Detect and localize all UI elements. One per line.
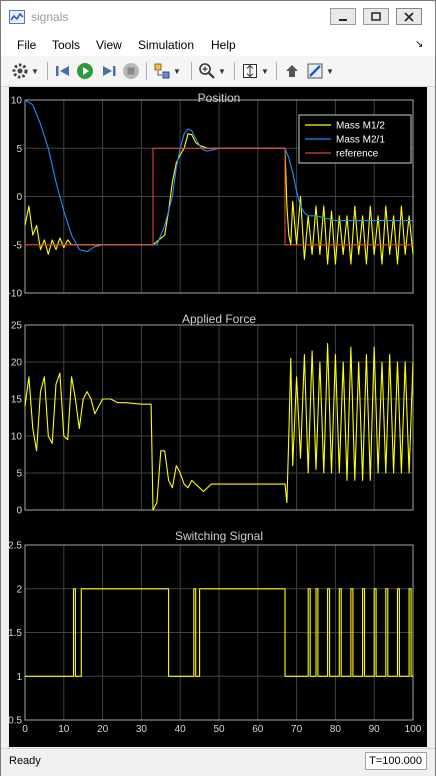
legend-label: Mass M1/2 [336, 121, 385, 132]
layout-icon [154, 63, 170, 79]
menu-file[interactable]: File [17, 38, 36, 52]
stop-icon [123, 63, 139, 79]
y-tick-label: 1.5 [9, 628, 22, 639]
y-tick-label: 2 [16, 584, 22, 595]
maximize-button[interactable] [363, 8, 389, 25]
highlight-block-icon [286, 65, 298, 77]
y-tick-label: 5 [16, 469, 22, 480]
minimize-icon [339, 18, 347, 21]
y-tick-label: 10 [11, 96, 23, 107]
toolbar-separator [191, 62, 192, 80]
toolbar-separator [146, 62, 147, 80]
x-tick-label: 30 [136, 724, 148, 735]
x-tick-label: 0 [22, 724, 28, 735]
plot-1: -10 -5 0 5 10 Position Mass M1/2 Mass M2/1 refer… [9, 91, 414, 300]
configuration-button[interactable]: ▼ [11, 61, 39, 81]
y-tick-label: 0 [16, 192, 22, 203]
highlight-block-button[interactable] [283, 61, 301, 81]
zoom-icon [199, 63, 215, 79]
toolbar-separator [47, 62, 48, 80]
minimize-button[interactable] [330, 8, 356, 25]
status-text: Ready [9, 755, 41, 767]
y-tick-label: 0 [16, 506, 22, 517]
legend-label: Mass M2/1 [336, 135, 385, 146]
run-button[interactable] [76, 61, 94, 81]
scope-plot-area[interactable]: -10-50510PositionMass M1/2Mass M2/1refer… [9, 87, 427, 747]
toolbar-separator [234, 62, 235, 80]
x-tick-label: 50 [213, 724, 225, 735]
chevron-down-icon: ▼ [326, 66, 334, 76]
dock-arrow-icon[interactable]: ↘ [415, 39, 423, 50]
autoscale-icon [243, 64, 257, 78]
menu-simulation[interactable]: Simulation [138, 38, 194, 52]
chevron-down-icon: ▼ [31, 66, 39, 76]
y-tick-label: 5 [16, 144, 22, 155]
gear-icon [12, 63, 28, 79]
scope-window: signals File Tools View Simulation Help … [0, 0, 436, 776]
maximize-icon [371, 11, 381, 21]
window-title: signals [31, 10, 69, 24]
scope-figure[interactable]: -10-50510PositionMass M1/2Mass M2/1refer… [9, 87, 427, 747]
simulation-time: T=100.000 [365, 752, 427, 770]
zoom-button[interactable]: ▼ [198, 61, 226, 81]
plot-title: Switching Signal [175, 529, 263, 543]
autoscale-button[interactable]: ▼ [241, 61, 269, 81]
toolbar: ▼ ▼ ▼ ▼ ▼ [1, 56, 435, 87]
status-bar: Ready T=100.000 [1, 748, 435, 776]
layout-button[interactable]: ▼ [153, 61, 181, 81]
x-tick-label: 60 [252, 724, 264, 735]
y-tick-label: 20 [11, 358, 23, 369]
x-tick-label: 40 [175, 724, 187, 735]
x-tick-label: 80 [330, 724, 342, 735]
chevron-down-icon: ▼ [173, 66, 181, 76]
style-button[interactable]: ▼ [306, 61, 334, 81]
x-tick-label: 10 [58, 724, 70, 735]
step-forward-icon [103, 66, 116, 76]
plot-2: 0 5 10 15 20 25 Applied Force [11, 312, 414, 517]
scope-app-icon [9, 10, 25, 24]
chevron-down-icon: ▼ [218, 66, 226, 76]
y-tick-label: 15 [11, 395, 23, 406]
toolbar-separator [276, 62, 277, 80]
menu-view[interactable]: View [96, 38, 122, 52]
plot-title: Position [198, 91, 241, 105]
plot-title: Applied Force [182, 312, 256, 326]
y-tick-label: -5 [13, 240, 22, 251]
menu-bar: File Tools View Simulation Help ↘ [1, 32, 435, 56]
y-tick-label: 1 [16, 672, 22, 683]
step-back-icon [56, 66, 69, 76]
chevron-down-icon: ▼ [261, 66, 269, 76]
close-icon [404, 11, 414, 22]
x-tick-label: 20 [97, 724, 109, 735]
run-icon [77, 63, 93, 79]
plot-3: 0.5 1 1.5 2 2.5 0 10 20 30 40 50 60 70 80 90 100 Switchi… [9, 529, 422, 735]
y-tick-label: -10 [9, 289, 22, 300]
y-tick-label: 10 [11, 432, 23, 443]
legend-label: reference [336, 149, 379, 160]
menu-tools[interactable]: Tools [52, 38, 80, 52]
y-tick-label: 0.5 [9, 716, 22, 727]
x-tick-label: 100 [405, 724, 422, 735]
x-tick-label: 90 [369, 724, 381, 735]
close-button[interactable] [396, 8, 422, 25]
y-tick-label: 2.5 [9, 541, 22, 552]
title-bar[interactable]: signals [1, 1, 435, 32]
y-tick-label: 25 [11, 321, 23, 332]
stop-button[interactable] [122, 61, 140, 81]
step-forward-button[interactable] [100, 61, 118, 81]
style-icon [307, 63, 323, 79]
legend: Mass M1/2 Mass M2/1 reference [298, 114, 412, 164]
menu-help[interactable]: Help [211, 38, 236, 52]
step-back-button[interactable] [54, 61, 72, 81]
x-tick-label: 70 [291, 724, 303, 735]
